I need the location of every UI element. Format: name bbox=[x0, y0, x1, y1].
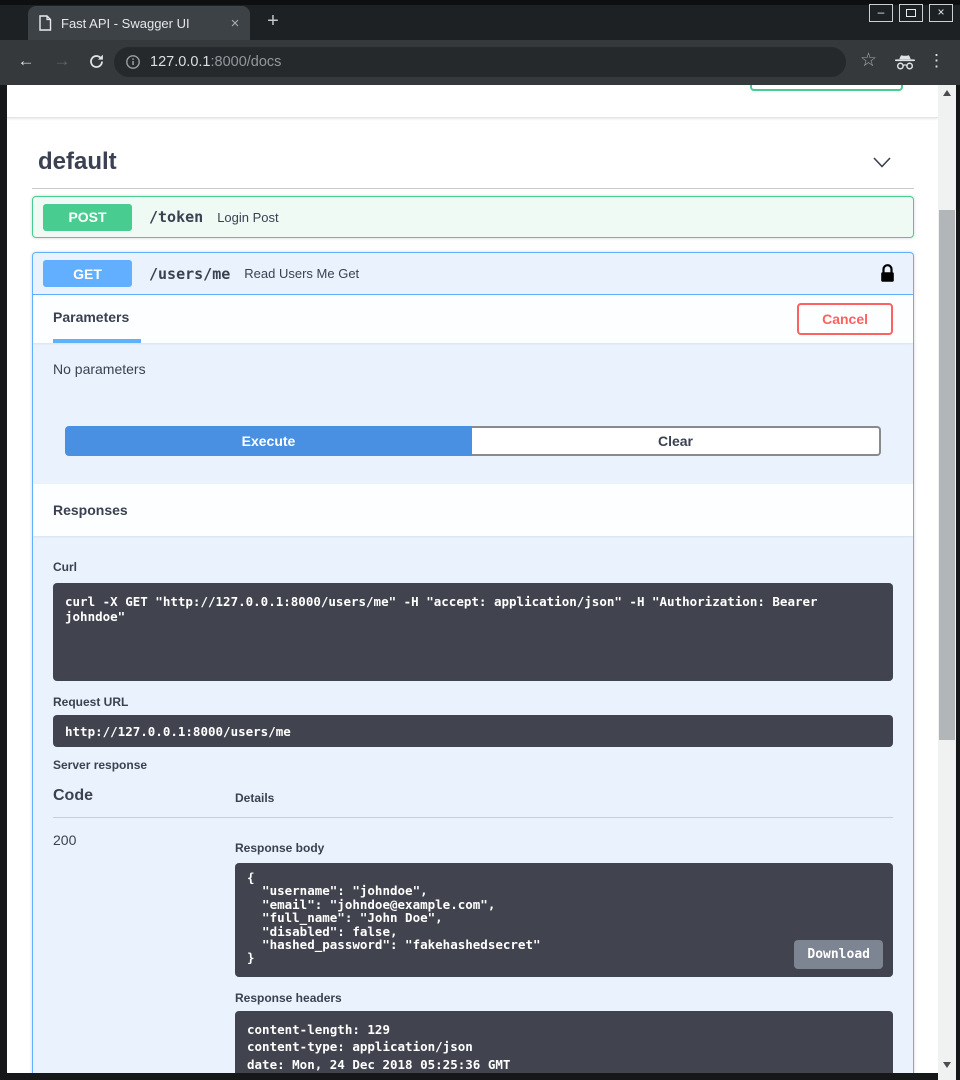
browser-menu-icon[interactable]: ⋮ bbox=[928, 51, 945, 71]
request-url-label: Request URL bbox=[53, 695, 893, 709]
titlebar: Fast API - Swagger UI × + – × bbox=[0, 0, 960, 40]
endpoint-summary: Read Users Me Get bbox=[244, 266, 359, 281]
response-body-line: } bbox=[247, 951, 881, 964]
opblock-post-token[interactable]: POST /token Login Post bbox=[32, 196, 914, 238]
method-badge-get: GET bbox=[43, 260, 132, 287]
parameters-section-header: Parameters Cancel bbox=[33, 295, 913, 343]
curl-command: curl -X GET "http://127.0.0.1:8000/users… bbox=[65, 594, 818, 624]
responses-section-header: Responses bbox=[33, 484, 913, 536]
close-button[interactable]: × bbox=[929, 4, 953, 22]
responses-wrapper: Curl curl -X GET "http://127.0.0.1:8000/… bbox=[33, 536, 913, 1073]
no-parameters-text: No parameters bbox=[33, 343, 913, 379]
response-body-line: "email": "johndoe@example.com", bbox=[247, 898, 881, 911]
scheme-container bbox=[7, 85, 938, 118]
response-body-block: { "username": "johndoe", "email": "johnd… bbox=[235, 863, 893, 977]
tab-title: Fast API - Swagger UI bbox=[61, 16, 226, 31]
opblock-summary[interactable]: GET /users/me Read Users Me Get bbox=[33, 253, 913, 295]
server-response-label: Server response bbox=[53, 758, 893, 772]
forward-button[interactable]: → bbox=[50, 51, 74, 71]
url-host: 127.0.0.1 bbox=[150, 54, 210, 70]
reload-button[interactable] bbox=[84, 53, 108, 75]
server-response-table: Code Details 200 Response body { "userna… bbox=[53, 787, 893, 1073]
response-headers-label: Response headers bbox=[235, 991, 893, 1005]
tab-parameters[interactable]: Parameters bbox=[53, 295, 141, 343]
bookmark-star-icon[interactable]: ☆ bbox=[860, 51, 877, 71]
lock-icon[interactable] bbox=[880, 264, 895, 283]
table-header-row: Code Details bbox=[53, 787, 893, 818]
maximize-icon bbox=[906, 9, 916, 17]
table-row: 200 Response body { "username": "johndoe… bbox=[53, 832, 893, 1073]
page-favicon-icon bbox=[38, 15, 52, 31]
code-column-header: Code bbox=[53, 787, 235, 805]
responses-title: Responses bbox=[53, 502, 128, 518]
response-body-label: Response body bbox=[235, 841, 893, 855]
endpoint-path: /users/me bbox=[149, 265, 230, 283]
new-tab-button[interactable]: + bbox=[260, 9, 286, 35]
details-column-header: Details bbox=[235, 787, 274, 805]
download-button[interactable]: Download bbox=[794, 940, 883, 969]
address-bar[interactable]: 127.0.0.1:8000/docs bbox=[114, 47, 846, 77]
execute-button[interactable]: Execute bbox=[65, 426, 472, 456]
response-body-line: "username": "johndoe", bbox=[247, 884, 881, 897]
response-header-line: date: Mon, 24 Dec 2018 05:25:36 GMT bbox=[247, 1056, 881, 1073]
method-badge-post: POST bbox=[43, 204, 132, 231]
chevron-down-icon[interactable] bbox=[872, 156, 892, 169]
cancel-button[interactable]: Cancel bbox=[797, 303, 893, 335]
back-button[interactable]: ← bbox=[14, 51, 38, 71]
tag-section-header[interactable]: default bbox=[32, 148, 914, 189]
response-headers-block: content-length: 129 content-type: applic… bbox=[235, 1011, 893, 1073]
browser-tab[interactable]: Fast API - Swagger UI × bbox=[28, 6, 250, 40]
response-header-line: content-length: 129 bbox=[247, 1021, 881, 1038]
browser-window: Fast API - Swagger UI × + – × ← → 127.0.… bbox=[0, 0, 960, 1080]
execute-wrapper: Execute Clear bbox=[65, 426, 881, 456]
opblock-get-users-me: GET /users/me Read Users Me Get Paramete… bbox=[32, 252, 914, 1073]
window-controls: – × bbox=[869, 4, 953, 22]
endpoint-summary: Login Post bbox=[217, 210, 278, 225]
minimize-button[interactable]: – bbox=[869, 4, 893, 22]
tab-close-icon[interactable]: × bbox=[226, 15, 244, 32]
scroll-down-arrow-icon[interactable] bbox=[938, 1057, 956, 1073]
response-details-cell: Response body { "username": "johndoe", "… bbox=[235, 832, 893, 1073]
authorize-button[interactable] bbox=[750, 85, 903, 91]
browser-toolbar: ← → 127.0.0.1:8000/docs ☆ ⋮ bbox=[0, 40, 960, 85]
scroll-up-arrow-icon[interactable] bbox=[938, 85, 956, 101]
response-body-line: "hashed_password": "fakehashedsecret" bbox=[247, 938, 881, 951]
response-body-line: "disabled": false, bbox=[247, 925, 881, 938]
url-path: :8000/docs bbox=[210, 54, 281, 70]
response-body-line: { bbox=[247, 871, 881, 884]
status-code: 200 bbox=[53, 832, 235, 1073]
curl-command-block: curl -X GET "http://127.0.0.1:8000/users… bbox=[53, 583, 893, 681]
opblock-summary[interactable]: POST /token Login Post bbox=[33, 197, 913, 237]
site-info-icon[interactable] bbox=[125, 54, 141, 70]
endpoint-path: /token bbox=[149, 208, 203, 226]
response-header-line: content-type: application/json bbox=[247, 1038, 881, 1055]
curl-label: Curl bbox=[53, 560, 893, 574]
maximize-button[interactable] bbox=[899, 4, 923, 22]
clear-button[interactable]: Clear bbox=[472, 426, 881, 456]
request-url-value: http://127.0.0.1:8000/users/me bbox=[65, 724, 291, 739]
incognito-icon bbox=[894, 54, 916, 76]
scrollbar-thumb[interactable] bbox=[939, 210, 955, 740]
tag-title: default bbox=[38, 148, 117, 176]
response-body-line: "full_name": "John Doe", bbox=[247, 911, 881, 924]
request-url-block: http://127.0.0.1:8000/users/me bbox=[53, 715, 893, 747]
page-scrollbar[interactable] bbox=[938, 85, 956, 1080]
page-viewport: default POST /token Login Post GET /user… bbox=[7, 85, 938, 1073]
